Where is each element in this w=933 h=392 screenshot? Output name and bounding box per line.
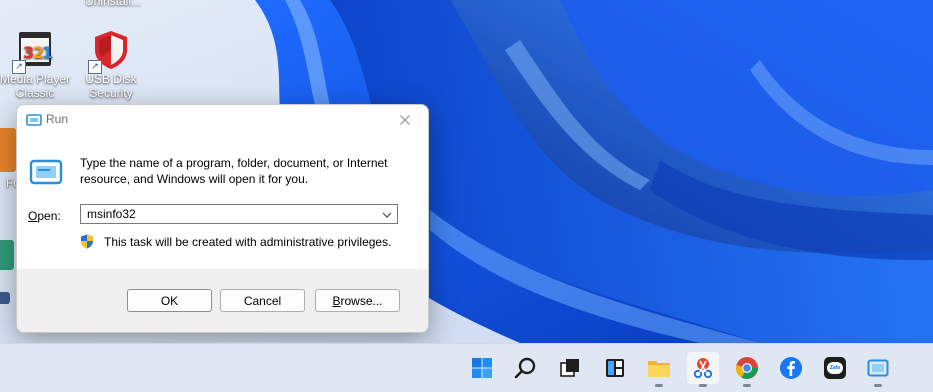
facebook-icon — [780, 357, 802, 379]
close-icon — [400, 115, 410, 125]
dialog-title: Run — [46, 112, 69, 126]
folder-icon — [648, 361, 670, 377]
desktop-icon-media-player-classic[interactable]: 3 2 1 ↗ Media Player Classic — [0, 28, 72, 100]
taskbar: Zalo — [0, 343, 933, 392]
task-view-icon — [560, 359, 579, 377]
shortcut-arrow-icon: ↗ — [12, 60, 26, 74]
shortcut-arrow-icon: ↗ — [88, 60, 102, 74]
svg-text:1: 1 — [42, 43, 53, 62]
taskbar-facebook-button[interactable] — [775, 352, 807, 384]
dialog-description: Type the name of a program, folder, docu… — [80, 156, 388, 186]
running-indicator — [874, 384, 882, 387]
taskbar-snipping-tool-button[interactable] — [687, 352, 719, 387]
title-bar[interactable]: Run — [17, 105, 428, 135]
zalo-icon: Zalo — [824, 357, 846, 379]
desktop-icon-partial-folder[interactable] — [0, 128, 16, 172]
run-icon — [867, 359, 889, 377]
run-icon — [26, 114, 42, 126]
desktop-icon-uninstall-partial[interactable]: Uninstall... — [76, 0, 150, 8]
taskbar-run-button[interactable] — [862, 352, 894, 387]
running-indicator — [743, 384, 751, 387]
scissors-icon — [693, 358, 713, 379]
open-label-accelerator: O — [28, 209, 38, 223]
ok-button[interactable]: OK — [127, 289, 212, 312]
chevron-down-icon[interactable] — [381, 209, 393, 221]
taskbar-search-button[interactable] — [510, 352, 542, 384]
desktop-icon-partial-blue[interactable] — [0, 292, 10, 304]
close-button[interactable] — [382, 105, 428, 135]
open-input[interactable]: msinfo32 — [87, 207, 136, 221]
zalo-icon-text: Zalo — [829, 365, 841, 371]
running-indicator — [699, 384, 707, 387]
desktop-icon-partial-green[interactable] — [0, 240, 14, 270]
admin-privilege-note: This task will be created with administr… — [104, 235, 392, 249]
chrome-icon — [736, 357, 758, 379]
windows-logo-icon — [472, 358, 492, 378]
uac-shield-icon — [81, 234, 93, 249]
taskbar-zalo-button[interactable]: Zalo — [819, 352, 851, 384]
run-large-icon — [29, 159, 63, 185]
taskbar-start-button[interactable] — [466, 352, 498, 384]
taskbar-task-view-button[interactable] — [554, 352, 586, 384]
open-label: Open: — [28, 209, 61, 223]
widgets-icon — [606, 359, 624, 377]
cancel-button[interactable]: Cancel — [220, 289, 305, 312]
taskbar-file-explorer-button[interactable] — [643, 352, 675, 387]
search-icon — [514, 357, 536, 379]
open-combobox[interactable]: msinfo32 — [80, 204, 398, 224]
desktop-icon-usb-disk-security[interactable]: ↗ USB Disk Security — [74, 28, 148, 100]
taskbar-chrome-button[interactable] — [731, 352, 763, 387]
taskbar-widgets-button[interactable] — [599, 352, 631, 384]
running-indicator — [655, 384, 663, 387]
run-dialog: Run Type the name of a program, folder, … — [16, 104, 429, 333]
browse-label: rowse... — [340, 293, 383, 308]
open-label-text: pen: — [37, 209, 61, 223]
browse-accelerator: B — [332, 293, 341, 308]
browse-button[interactable]: Browse... — [315, 289, 400, 312]
